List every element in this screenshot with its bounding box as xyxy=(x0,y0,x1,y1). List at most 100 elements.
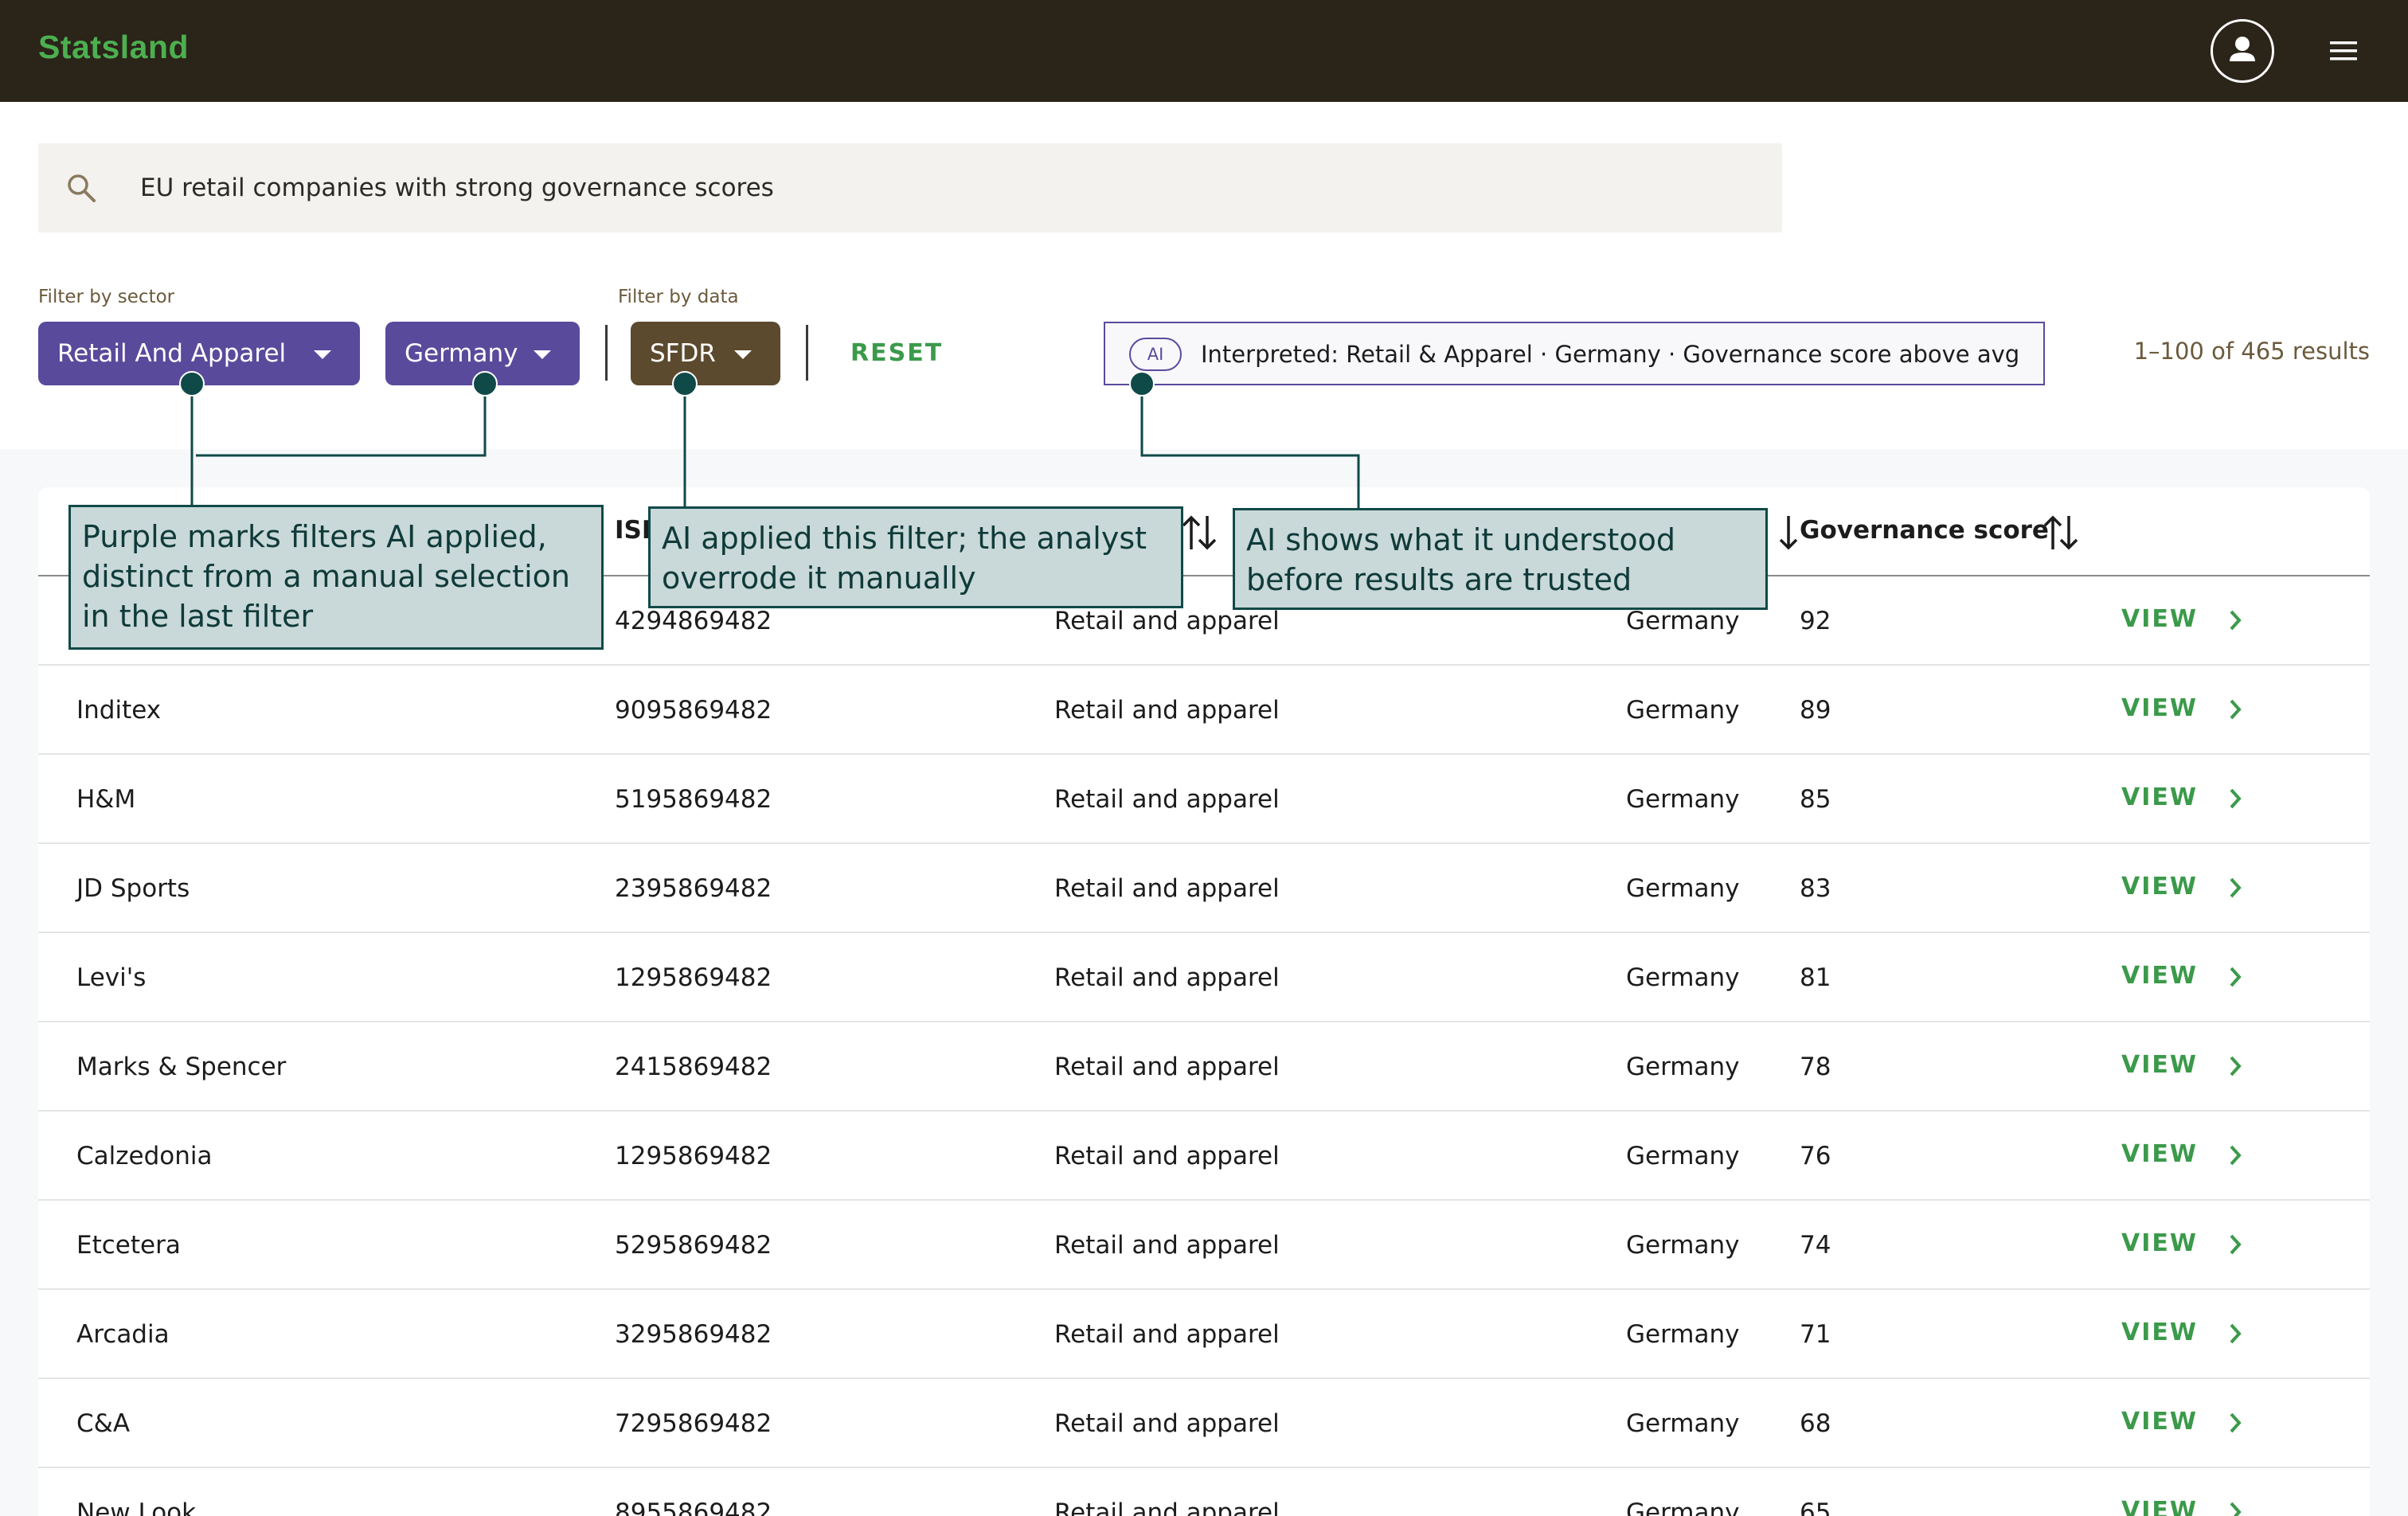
view-label: VIEW xyxy=(2121,783,2198,811)
chevron-right-icon xyxy=(2230,877,2242,898)
chevron-right-icon xyxy=(2230,788,2242,809)
governance-score-cell: 81 xyxy=(1800,963,1831,992)
search-query[interactable]: EU retail companies with strong governan… xyxy=(140,174,774,202)
chevron-down-icon xyxy=(734,350,752,359)
view-label: VIEW xyxy=(2121,605,2198,633)
table-row[interactable]: Calzedonia 1295869482 Retail and apparel Ge… xyxy=(38,1112,2370,1201)
isin-cell: 2395869482 xyxy=(615,874,772,903)
view-button[interactable]: VIEW xyxy=(2121,868,2265,908)
column-header-governance[interactable]: Governance score xyxy=(1800,516,2049,545)
isin-cell: 9095869482 xyxy=(615,696,772,725)
company-name-cell: C&A xyxy=(76,1409,131,1438)
table-row[interactable]: New Look 8955869482 Retail and apparel Germ… xyxy=(38,1468,2370,1516)
reset-button[interactable]: RESET xyxy=(850,339,943,367)
governance-score-cell: 71 xyxy=(1800,1320,1831,1349)
brand-logo[interactable]: Statsland xyxy=(38,29,189,66)
table-row[interactable]: C&A 7295869482 Retail and apparel Germany 68… xyxy=(38,1379,2370,1468)
divider xyxy=(605,325,608,381)
view-button[interactable]: VIEW xyxy=(2121,1314,2265,1354)
sector-cell: Retail and apparel xyxy=(1054,963,1280,992)
isin-cell: 2415869482 xyxy=(615,1053,772,1081)
chevron-right-icon xyxy=(2230,1502,2242,1516)
country-cell: Germany xyxy=(1626,963,1740,992)
view-button[interactable]: VIEW xyxy=(2121,1225,2265,1264)
view-label: VIEW xyxy=(2121,1051,2198,1079)
company-name-cell: Inditex xyxy=(76,696,162,725)
sector-cell: Retail and apparel xyxy=(1054,1053,1280,1081)
sector-cell: Retail and apparel xyxy=(1054,785,1280,814)
table-row[interactable]: Levi's 1295869482 Retail and apparel German… xyxy=(38,933,2370,1022)
isin-cell: 7295869482 xyxy=(615,1409,772,1438)
governance-score-cell: 65 xyxy=(1800,1498,1831,1516)
isin-cell: 8955869482 xyxy=(615,1498,772,1516)
view-button[interactable]: VIEW xyxy=(2121,690,2265,729)
view-button[interactable]: VIEW xyxy=(2121,1492,2265,1516)
isin-cell: 1295869482 xyxy=(615,963,772,992)
sector-cell: Retail and apparel xyxy=(1054,1231,1280,1260)
view-label: VIEW xyxy=(2121,1319,2198,1346)
view-label: VIEW xyxy=(2121,1140,2198,1168)
governance-score-cell: 89 xyxy=(1800,696,1831,725)
view-label: VIEW xyxy=(2121,1229,2198,1257)
table-row[interactable]: JD Sports 2395869482 Retail and apparel Ger… xyxy=(38,844,2370,933)
filter-sector-label: Filter by sector xyxy=(38,287,175,307)
chevron-right-icon xyxy=(2230,1234,2242,1255)
company-name-cell: JD Sports xyxy=(76,874,190,903)
chevron-right-icon xyxy=(2230,699,2242,720)
company-name-cell: Calzedonia xyxy=(76,1142,213,1170)
view-label: VIEW xyxy=(2121,873,2198,901)
sector-cell: Retail and apparel xyxy=(1054,1320,1280,1349)
view-button[interactable]: VIEW xyxy=(2121,600,2265,640)
table-row[interactable]: Inditex 9095869482 Retail and apparel Germa… xyxy=(38,666,2370,755)
company-name-cell: New Look xyxy=(76,1498,197,1516)
chevron-right-icon xyxy=(2230,1056,2242,1076)
sector-cell: Retail and apparel xyxy=(1054,696,1280,725)
data-filter-chip[interactable]: SFDR xyxy=(631,322,780,385)
ai-interpretation-text: Interpreted: Retail & Apparel · Germany … xyxy=(1201,341,2020,368)
governance-score-cell: 76 xyxy=(1800,1142,1831,1170)
country-cell: Germany xyxy=(1626,1498,1740,1516)
table-row[interactable]: Arcadia 3295869482 Retail and apparel Germa… xyxy=(38,1290,2370,1379)
governance-score-cell: 68 xyxy=(1800,1409,1831,1438)
country-cell: Germany xyxy=(1626,1409,1740,1438)
country-cell: Germany xyxy=(1626,1053,1740,1081)
view-button[interactable]: VIEW xyxy=(2121,1046,2265,1086)
view-button[interactable]: VIEW xyxy=(2121,1403,2265,1443)
chevron-right-icon xyxy=(2230,1412,2242,1433)
sector-cell: Retail and apparel xyxy=(1054,874,1280,903)
company-name-cell: Marks & Spencer xyxy=(76,1053,287,1081)
sort-icon[interactable] xyxy=(2042,513,2080,553)
chevron-right-icon xyxy=(2230,610,2242,631)
divider xyxy=(806,325,808,381)
sector-cell: Retail and apparel xyxy=(1054,1498,1280,1516)
sort-icon[interactable] xyxy=(1180,513,1218,553)
chevron-right-icon xyxy=(2230,967,2242,987)
sector-filter-chip[interactable]: Retail And Apparel xyxy=(38,322,360,385)
user-account-button[interactable] xyxy=(2211,19,2274,83)
country-filter-chip[interactable]: Germany xyxy=(385,322,580,385)
company-name-cell: Etcetera xyxy=(76,1231,181,1260)
callout-ai-interpretation: AI shows what it understood before resul… xyxy=(1233,508,1768,610)
table-row[interactable]: Etcetera 5295869482 Retail and apparel Germ… xyxy=(38,1201,2370,1290)
search-icon xyxy=(68,174,96,202)
governance-score-cell: 92 xyxy=(1800,607,1831,635)
governance-score-cell: 85 xyxy=(1800,785,1831,814)
view-label: VIEW xyxy=(2121,962,2198,990)
table-row[interactable]: Marks & Spencer 2415869482 Retail and appa… xyxy=(38,1022,2370,1112)
view-button[interactable]: VIEW xyxy=(2121,1135,2265,1175)
sector-cell: Retail and apparel xyxy=(1054,1142,1280,1170)
governance-score-cell: 78 xyxy=(1800,1053,1831,1081)
isin-cell: 1295869482 xyxy=(615,1142,772,1170)
view-button[interactable]: VIEW xyxy=(2121,957,2265,997)
callout-ai-purple: Purple marks filters AI applied, distinc… xyxy=(68,505,604,650)
user-icon xyxy=(2230,37,2255,61)
governance-score-cell: 83 xyxy=(1800,874,1831,903)
search-input[interactable]: EU retail companies with strong governan… xyxy=(38,143,1782,232)
hamburger-menu-icon[interactable] xyxy=(2328,38,2360,64)
column-header-isin[interactable]: ISI xyxy=(615,516,651,545)
table-row[interactable]: H&M 5195869482 Retail and apparel Germany 85… xyxy=(38,755,2370,844)
view-button[interactable]: VIEW xyxy=(2121,779,2265,819)
ai-interpretation-banner: AI Interpreted: Retail & Apparel · Germa… xyxy=(1104,322,2045,385)
company-name-cell: Levi's xyxy=(76,963,147,992)
top-bar: Statsland xyxy=(0,0,2408,102)
